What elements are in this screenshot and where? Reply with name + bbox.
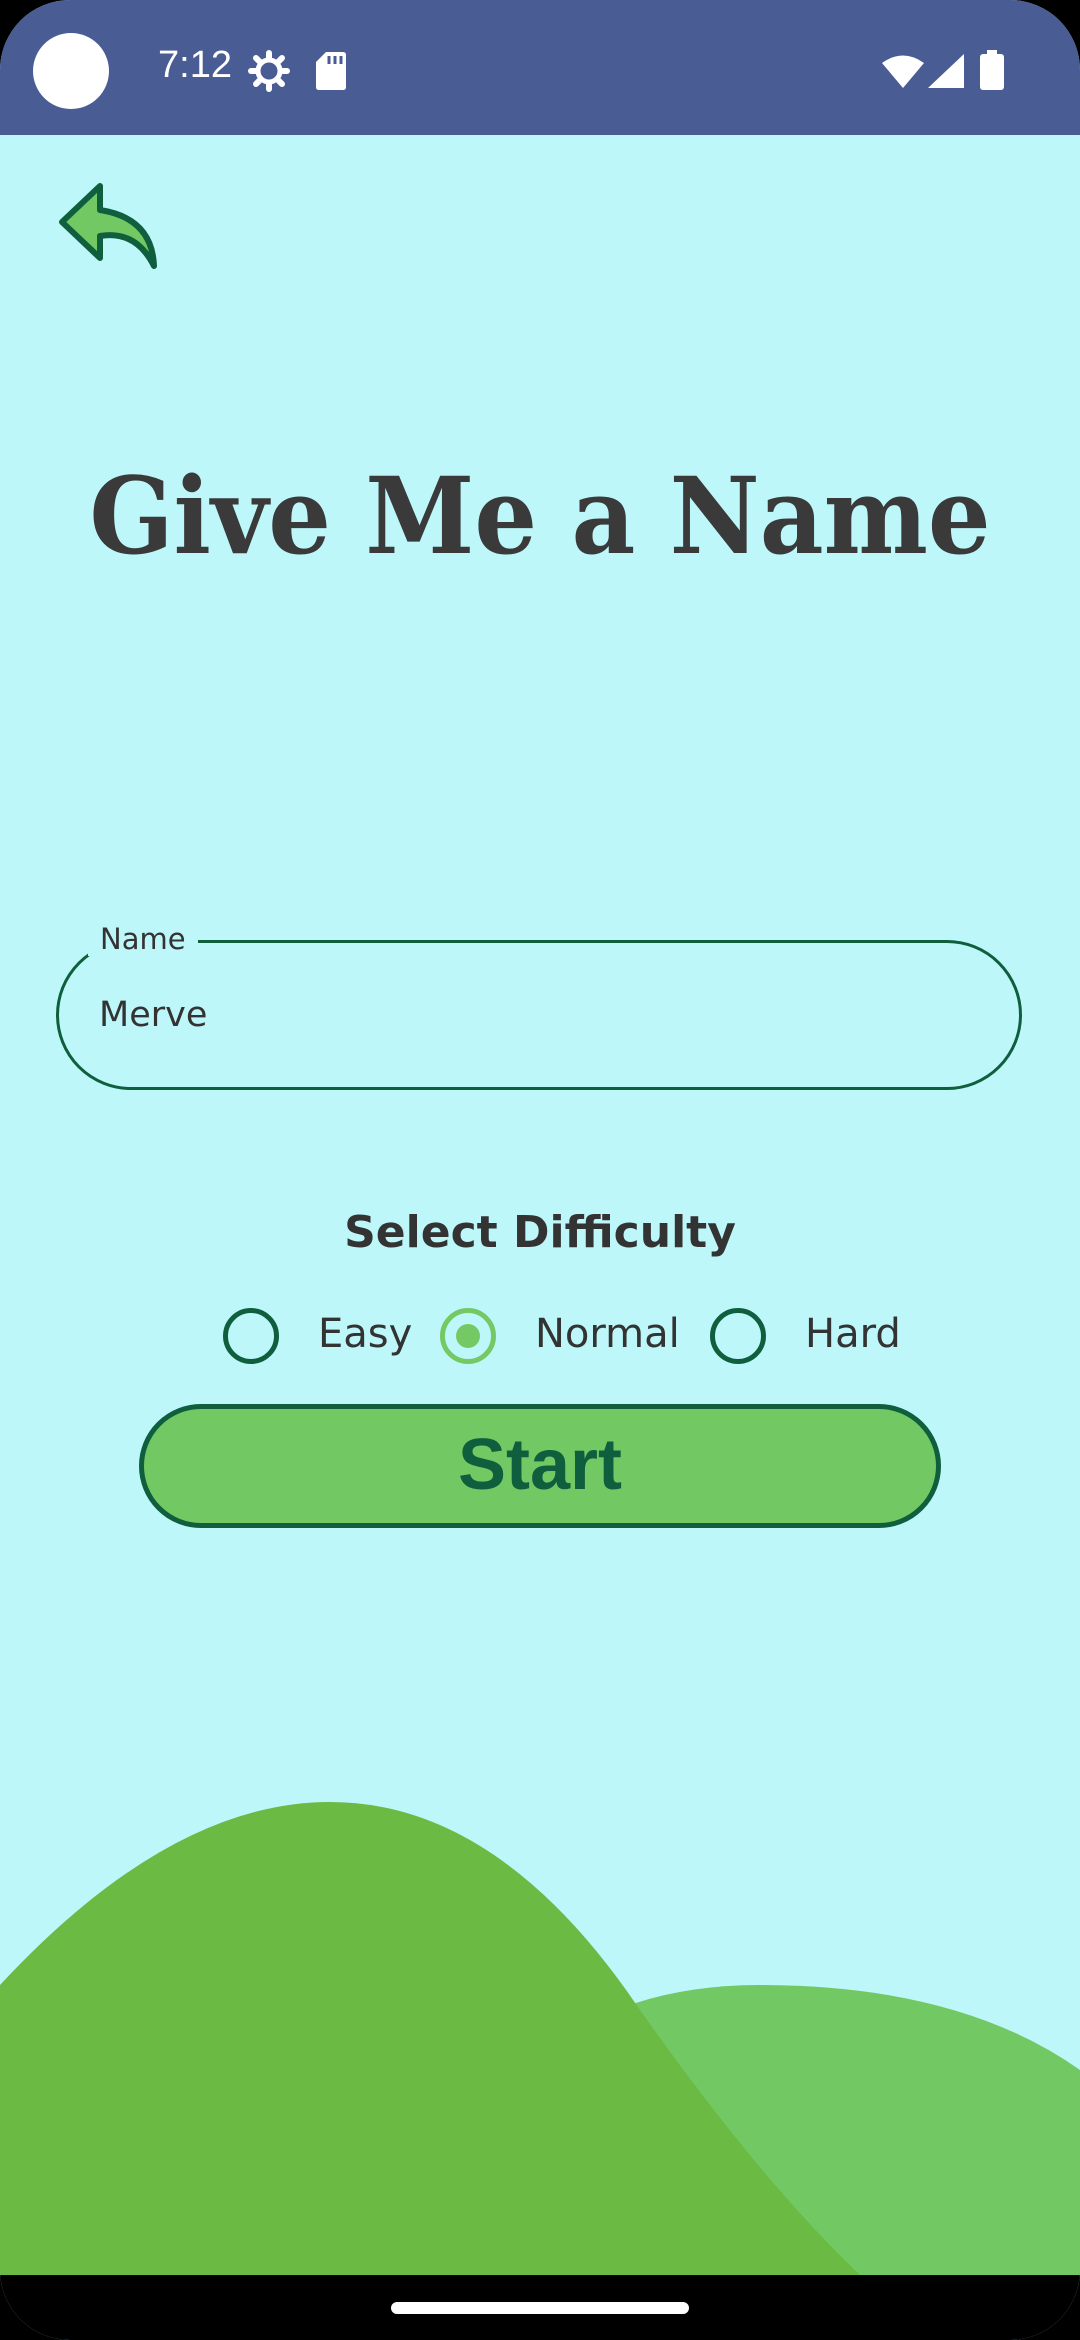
home-gesture-handle[interactable] (391, 2302, 689, 2314)
radio-normal[interactable] (440, 1308, 496, 1364)
status-time: 7:12 (158, 44, 232, 86)
radio-hard-label[interactable]: Hard (805, 1311, 901, 1357)
radio-hard[interactable] (710, 1308, 766, 1364)
wifi-icon (882, 55, 924, 88)
signal-icon (928, 54, 964, 88)
page-title: Give Me a Name (89, 453, 991, 578)
app-screen: 7:12 Give Me a Name Name Merve Select Di… (0, 0, 1080, 2340)
camera-cutout (33, 33, 109, 109)
radio-easy[interactable] (223, 1308, 279, 1364)
settings-icon (248, 50, 290, 92)
back-arrow-icon (59, 183, 157, 269)
name-input-value[interactable]: Merve (99, 995, 207, 1035)
status-bar: 7:12 (0, 0, 1080, 135)
start-button[interactable]: Start (139, 1404, 941, 1528)
back-button[interactable] (56, 178, 166, 278)
radio-easy-label[interactable]: Easy (318, 1311, 412, 1357)
battery-icon (980, 50, 1004, 90)
name-field-label: Name (88, 922, 198, 956)
sd-card-icon (316, 52, 346, 90)
radio-normal-label[interactable]: Normal (535, 1311, 680, 1357)
difficulty-heading: Select Difficulty (344, 1207, 736, 1258)
hills-illustration (0, 1802, 1080, 2275)
